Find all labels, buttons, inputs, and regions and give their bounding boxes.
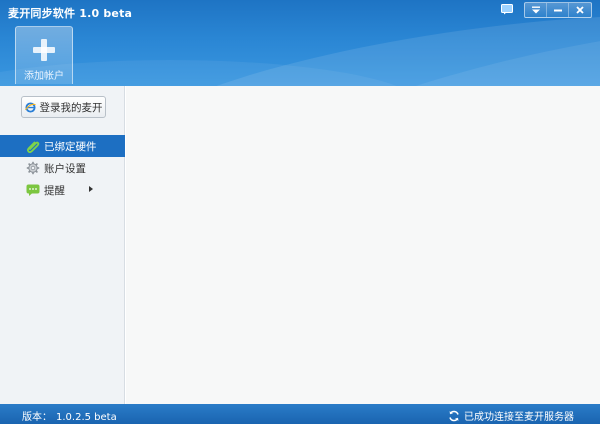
- sidebar-nav: 已绑定硬件 账户设置 提醒: [0, 135, 125, 201]
- sync-icon: [449, 410, 459, 421]
- content-panel: [126, 86, 600, 404]
- sidebar-item-label: 已绑定硬件: [44, 140, 97, 153]
- version-label: 版本：: [22, 412, 52, 423]
- close-icon: [576, 6, 584, 14]
- sidebar-item-reminder[interactable]: 提醒: [0, 179, 125, 201]
- status-bar: 版本： 1.0.2.5 beta 已成功连接至麦开服务器: [0, 404, 600, 424]
- login-button-label: 登录我的麦开: [39, 101, 103, 114]
- minimize-icon: [553, 9, 562, 12]
- chat-icon: [26, 184, 40, 196]
- app-window: 麦开同步软件 1.0 beta 添加帐户 登录我的麦开 已绑定硬件 账户设置 提…: [0, 0, 600, 424]
- connection-status: 已成功连接至麦开服务器: [448, 408, 574, 423]
- minimize-button[interactable]: [547, 3, 569, 17]
- skin-icon[interactable]: [500, 3, 514, 15]
- window-title: 麦开同步软件 1.0 beta: [8, 7, 133, 20]
- sidebar-item-bound-hardware[interactable]: 已绑定硬件: [0, 135, 125, 157]
- plus-icon: [33, 39, 55, 61]
- sidebar-item-account-settings[interactable]: 账户设置: [0, 157, 125, 179]
- main-body: 登录我的麦开 已绑定硬件 账户设置 提醒: [0, 86, 600, 404]
- version-value: 1.0.2.5 beta: [56, 412, 117, 423]
- connection-text: 已成功连接至麦开服务器: [464, 412, 574, 423]
- submenu-arrow-icon: [89, 186, 93, 192]
- close-button[interactable]: [569, 3, 591, 17]
- window-control-group: [524, 2, 592, 18]
- sidebar-item-label: 账户设置: [44, 162, 86, 175]
- window-controls: [524, 2, 592, 18]
- add-account-button[interactable]: 添加帐户: [15, 26, 73, 84]
- sidebar: 登录我的麦开 已绑定硬件 账户设置 提醒: [0, 86, 125, 404]
- sidebar-item-label: 提醒: [44, 184, 65, 197]
- login-button[interactable]: 登录我的麦开: [21, 96, 106, 118]
- gear-icon: [26, 161, 40, 175]
- menu-icon: [531, 6, 540, 14]
- ie-icon: [24, 101, 36, 113]
- add-account-label: 添加帐户: [24, 71, 64, 82]
- version-info: 版本： 1.0.2.5 beta: [22, 408, 121, 423]
- header: 麦开同步软件 1.0 beta 添加帐户: [0, 0, 600, 86]
- menu-button[interactable]: [525, 3, 547, 17]
- paperclip-icon: [26, 141, 40, 153]
